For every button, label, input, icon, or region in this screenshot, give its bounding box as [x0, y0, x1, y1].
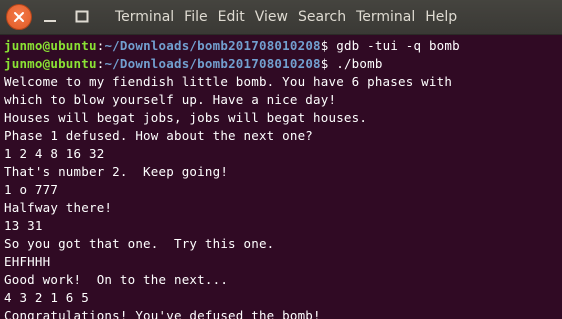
output-line: Welcome to my fiendish little bomb. You … — [4, 74, 453, 89]
menu-help[interactable]: Help — [420, 0, 462, 35]
prompt-path: ~/Downloads/bomb201708010208 — [104, 56, 321, 71]
output-line: 13 31 — [4, 218, 43, 233]
close-button[interactable] — [6, 4, 32, 30]
output-line: Halfway there! — [4, 200, 113, 215]
prompt-command: ./bomb — [336, 56, 383, 71]
prompt-command: gdb -tui -q bomb — [336, 38, 460, 53]
output-line: 1 2 4 8 16 32 — [4, 146, 105, 161]
menu-terminal-app[interactable]: Terminal — [110, 0, 179, 35]
output-line: which to blow yourself up. Have a nice d… — [4, 92, 337, 107]
title-bar: Terminal File Edit View Search Terminal … — [0, 0, 562, 35]
menu-bar: Terminal File Edit View Search Terminal … — [110, 0, 462, 35]
output-line: Phase 1 defused. How about the next one? — [4, 128, 314, 143]
menu-file[interactable]: File — [179, 0, 212, 35]
output-line: 4 3 2 1 6 5 — [4, 290, 89, 305]
menu-edit[interactable]: Edit — [213, 0, 250, 35]
minimize-icon — [44, 20, 56, 22]
minimize-button[interactable] — [36, 3, 64, 31]
terminal-window: Terminal File Edit View Search Terminal … — [0, 0, 562, 319]
output-line: That's number 2. Keep going! — [4, 164, 229, 179]
maximize-button[interactable] — [68, 3, 96, 31]
prompt-path: ~/Downloads/bomb201708010208 — [104, 38, 321, 53]
prompt-line: junmo@ubuntu:~/Downloads/bomb20170801020… — [4, 55, 562, 73]
window-controls — [0, 0, 96, 35]
output-line: EHFHHH — [4, 254, 51, 269]
prompt-line: junmo@ubuntu:~/Downloads/bomb20170801020… — [4, 37, 562, 55]
terminal-output[interactable]: junmo@ubuntu:~/Downloads/bomb20170801020… — [0, 35, 562, 319]
output-line: Good work! On to the next... — [4, 272, 229, 287]
output-line: Congratulations! You've defused the bomb… — [4, 308, 321, 319]
menu-view[interactable]: View — [250, 0, 293, 35]
prompt-user-host: junmo@ubuntu — [4, 38, 97, 53]
maximize-icon — [75, 10, 89, 23]
output-line: So you got that one. Try this one. — [4, 236, 275, 251]
close-icon — [14, 12, 24, 22]
menu-search[interactable]: Search — [293, 0, 351, 35]
prompt-symbol: $ — [320, 56, 337, 71]
menu-terminal[interactable]: Terminal — [351, 0, 420, 35]
output-line: 1 o 777 — [4, 182, 59, 197]
output-line: Houses will begat jobs, jobs will begat … — [4, 110, 368, 125]
prompt-user-host: junmo@ubuntu — [4, 56, 97, 71]
prompt-symbol: $ — [320, 38, 337, 53]
